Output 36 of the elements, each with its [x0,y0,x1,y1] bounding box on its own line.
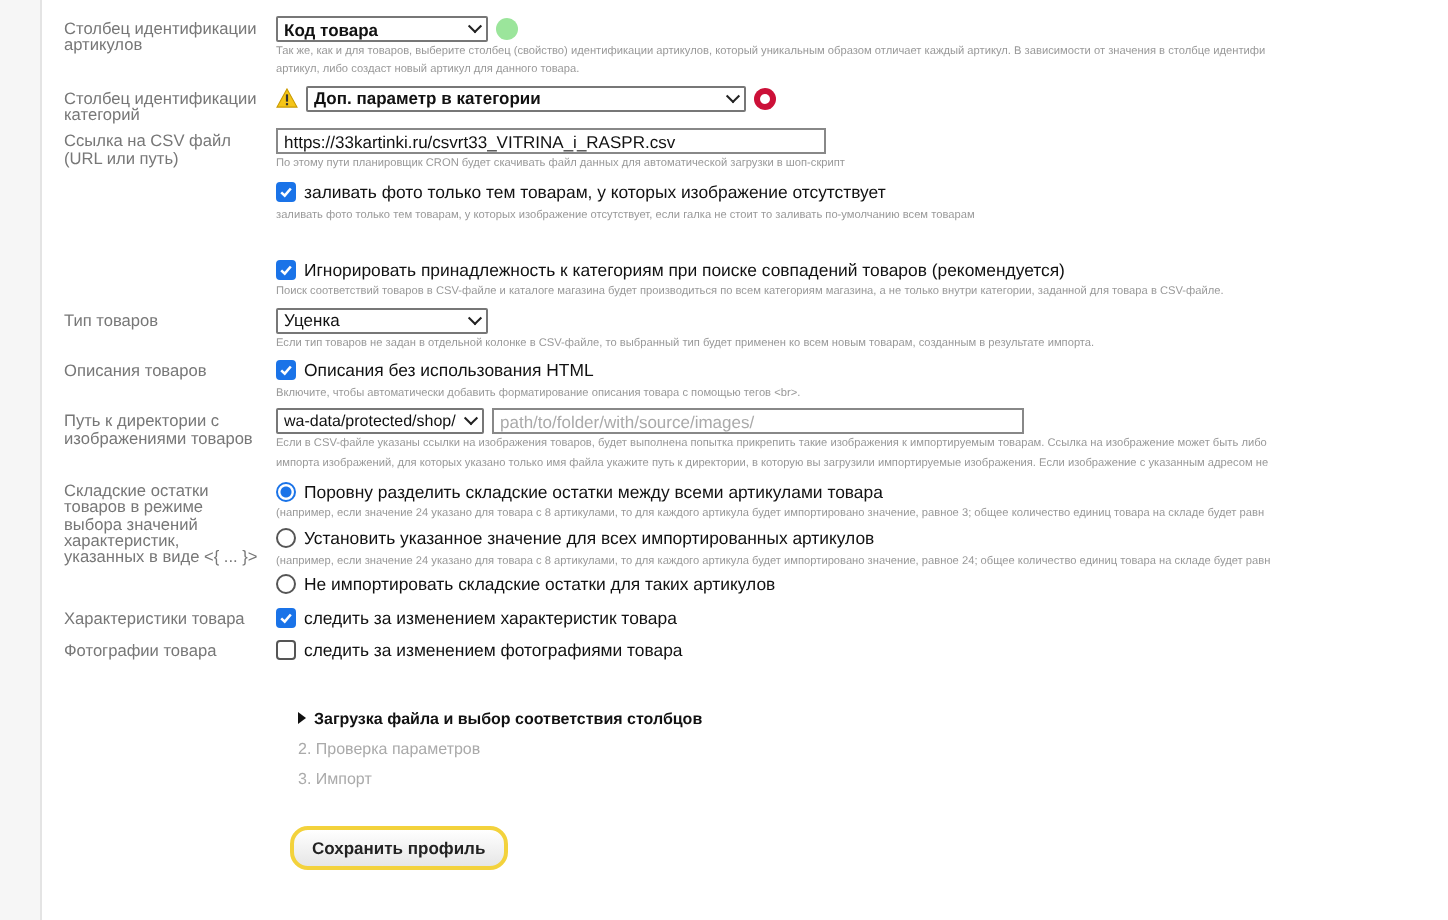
checkbox-label: заливать фото только тем товарам, у которых изображение отсутствует [304,182,886,203]
radio-label: Поровну разделить складские остатки между всеми артикулами товара [304,481,883,502]
checkbox[interactable] [276,640,296,661]
checkbox[interactable] [276,360,296,381]
step-label: 2. Проверка параметров [298,739,481,758]
field-label: Характеристики товара [64,609,247,627]
field-label: Путь к директории с изображениями товаров [64,412,255,446]
checkbox-label: следить за изменением характеристик товара [304,608,677,629]
radio-button[interactable] [276,574,296,595]
field-label: Столбец идентификации артикулов [64,20,259,54]
step-label: 3. Импорт [298,769,372,788]
checkbox-label: следить за изменением фотографиями товара [304,640,683,661]
field-label: Описания товаров [64,361,209,379]
field-label: Ссылка на CSV файл (URL или путь) [64,132,233,166]
radio-button[interactable] [276,528,296,548]
triangle-icon [298,712,306,725]
dropdown[interactable]: Доп. параметр в категории [306,85,746,112]
url-field[interactable]: https://33kartinki.ru/csvrt33_VITRINA_i_RASPR.csv [276,128,826,155]
checkbox[interactable] [276,608,296,629]
save-button[interactable]: Сохранить профиль [290,825,508,870]
radio-label: Не импортировать складские остатки для таких артикулов [304,574,776,595]
checkbox[interactable] [276,182,296,203]
dropdown[interactable]: wa-data/protected/shop/ [276,408,484,435]
field-label: Тип товаров [64,311,161,328]
field-label: Столбец идентификации категорий [64,89,259,123]
field-label: Фотографии товара [64,641,219,659]
radio-label: Установить указанное значение для всех импортированных артикулов [304,528,875,548]
checkbox[interactable] [276,259,296,280]
field-label: Складские остатки товаров в режиме выбора значений характеристик, указанных в виде <{ ... }> [64,482,260,566]
dropdown[interactable]: Уценка [276,307,488,334]
checkbox-label: Описания без использования HTML [304,360,594,381]
radio-button[interactable] [276,481,296,502]
dropdown[interactable]: Код товара [276,16,488,42]
path-field[interactable]: path/to/folder/with/source/images/ [492,408,1024,435]
checkbox-label: Игнорировать принадлежность к категориям при поиске совпадений товаров (рекомендуется) [304,259,1065,280]
step-label: Загрузка файла и выбор соответствия столбцов [314,709,703,728]
